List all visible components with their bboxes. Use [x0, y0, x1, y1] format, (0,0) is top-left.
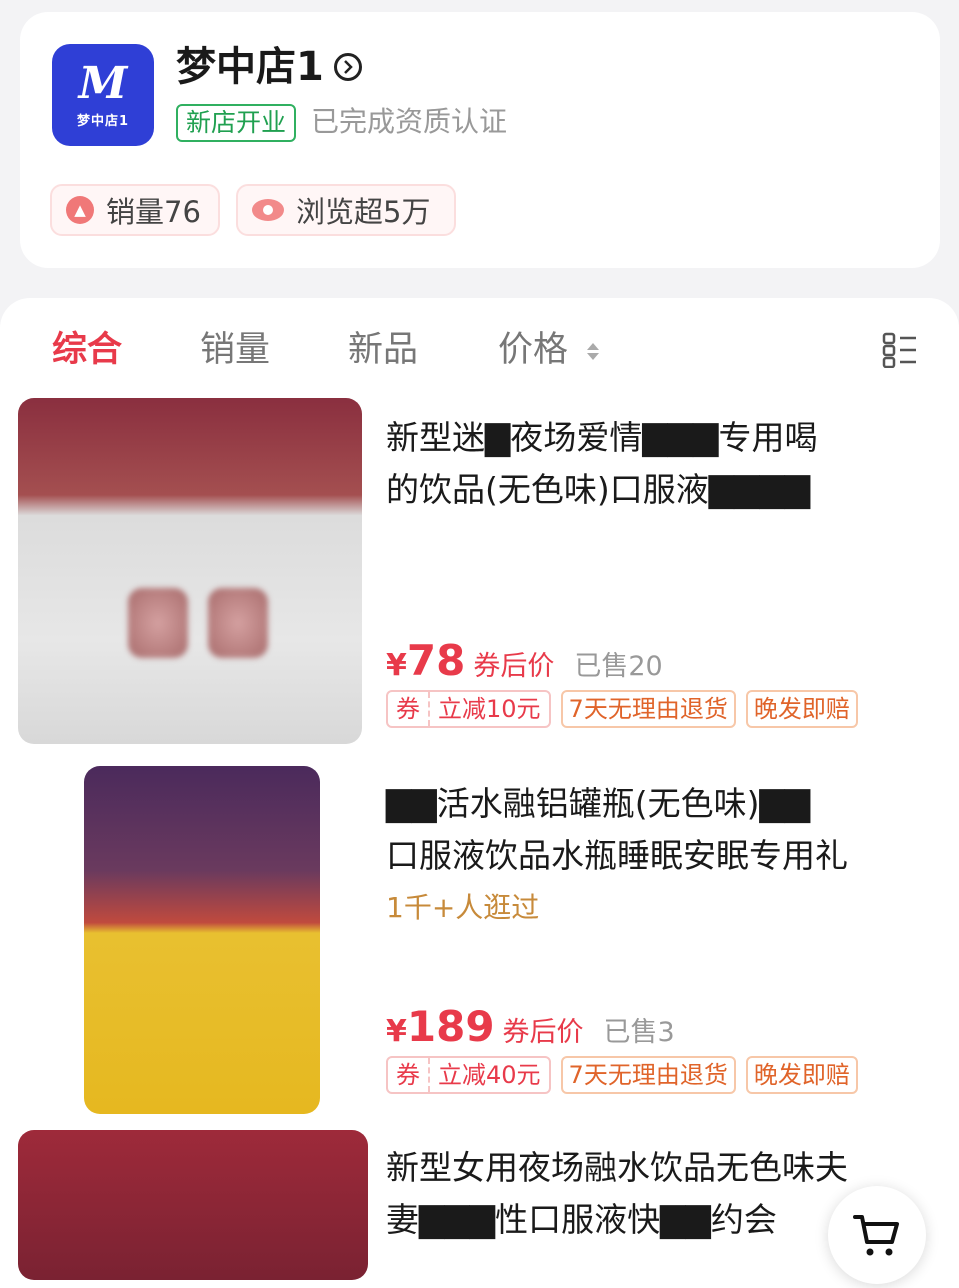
late-delivery-tag: 晚发即赔 — [745, 1056, 858, 1094]
currency-symbol: ¥ — [386, 1014, 407, 1049]
price-note: 券后价 — [502, 1017, 584, 1048]
logo-mark: M — [78, 57, 128, 109]
coupon-tag[interactable]: 券 立减10元 — [386, 690, 551, 728]
product-title-line: 口服液饮品水瓶睡眠安眠专用礼 — [386, 836, 848, 875]
views-stat-label: 浏览超5万 — [296, 195, 431, 229]
sales-stat[interactable]: ▲ 销量76 — [50, 184, 220, 236]
shop-name-link[interactable]: 梦中店1 — [176, 42, 362, 92]
price-note: 券后价 — [473, 651, 555, 682]
coupon-value: 立减10元 — [438, 695, 541, 723]
coupon-value: 立减40元 — [438, 1061, 541, 1089]
logo-text: 梦中店1 — [76, 113, 130, 129]
sold-count: 已售3 — [603, 1017, 675, 1048]
sales-up-icon: ▲ — [66, 196, 94, 224]
sales-stat-label: 销量76 — [106, 195, 201, 229]
cart-button[interactable] — [828, 1186, 926, 1284]
shop-logo[interactable]: M 梦中店1 — [52, 44, 154, 146]
views-stat[interactable]: 浏览超5万 — [236, 184, 456, 236]
price: 78 — [406, 636, 466, 685]
product-tags: 券 立减10元 7天无理由退货 晚发即赔 — [386, 690, 858, 728]
price-row: ¥ 189 券后价 已售3 — [386, 1002, 675, 1051]
product-title-line: 的饮品(无色味)口服液▇▇▇▇ — [386, 470, 811, 509]
sort-arrows-icon — [587, 342, 600, 360]
product-tags: 券 立减40元 7天无理由退货 晚发即赔 — [386, 1056, 858, 1094]
tab-sales[interactable]: 销量 — [200, 326, 270, 374]
certification-text: 已完成资质认证 — [311, 105, 508, 138]
product-image[interactable] — [18, 1130, 368, 1280]
new-shop-badge: 新店开业 — [176, 104, 297, 142]
sold-count: 已售20 — [574, 651, 663, 682]
tab-new[interactable]: 新品 — [348, 326, 418, 374]
shop-name: 梦中店1 — [176, 44, 324, 90]
coupon-label: 券 — [388, 1058, 430, 1092]
price: 189 — [406, 1002, 495, 1051]
shop-header-card: M 梦中店1 梦中店1 新店开业 已完成资质认证 ▲ 销量76 浏览超5万 — [20, 12, 940, 268]
product-title-line: 新型女用夜场融水饮品无色味夫 — [386, 1148, 848, 1187]
currency-symbol: ¥ — [386, 648, 407, 683]
eye-icon — [252, 199, 284, 221]
shopping-cart-icon — [853, 1215, 899, 1256]
browse-count: 1千+人逛过 — [386, 891, 540, 924]
product-image[interactable] — [84, 766, 320, 1114]
product-title-line: ▇▇活水融铝罐瓶(无色味)▇▇ — [386, 784, 811, 823]
return-policy-tag: 7天无理由退货 — [560, 690, 736, 728]
product-image[interactable] — [18, 398, 362, 744]
product-title[interactable]: 新型迷▇夜场爱情▇▇▇专用喝 的饮品(无色味)口服液▇▇▇▇ — [386, 412, 906, 516]
tab-price[interactable]: 价格 — [498, 326, 600, 374]
tab-price-label: 价格 — [498, 330, 569, 370]
product-title[interactable]: ▇▇活水融铝罐瓶(无色味)▇▇ 口服液饮品水瓶睡眠安眠专用礼 — [386, 778, 906, 882]
price-row: ¥ 78 券后价 已售20 — [386, 636, 663, 685]
tab-comprehensive[interactable]: 综合 — [52, 326, 122, 374]
return-policy-tag: 7天无理由退货 — [560, 1056, 736, 1094]
coupon-tag[interactable]: 券 立减40元 — [386, 1056, 551, 1094]
chevron-right-circle-icon[interactable] — [333, 53, 362, 81]
list-view-icon[interactable] — [882, 332, 918, 368]
coupon-label: 券 — [388, 692, 430, 726]
product-title-line: 新型迷▇夜场爱情▇▇▇专用喝 — [386, 418, 818, 457]
late-delivery-tag: 晚发即赔 — [745, 690, 858, 728]
